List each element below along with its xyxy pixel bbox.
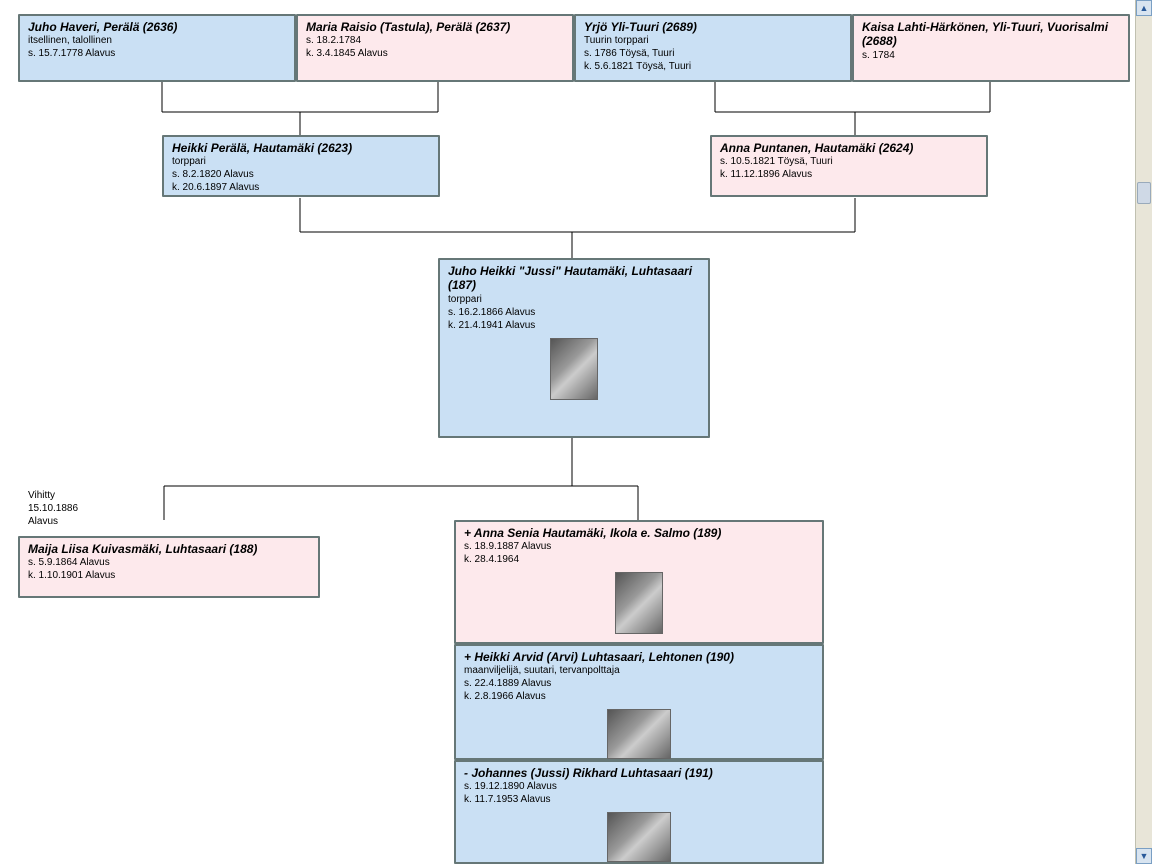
person-born: s. 19.12.1890 Alavus [464, 780, 814, 793]
person-died: k. 28.4.1964 [464, 553, 814, 566]
person-died: k. 1.10.1901 Alavus [28, 569, 310, 582]
person-name: Kaisa Lahti-Härkönen, Yli-Tuuri, Vuorisa… [862, 20, 1120, 49]
person-died: k. 21.4.1941 Alavus [448, 319, 700, 332]
scroll-up-icon[interactable]: ▲ [1136, 0, 1152, 16]
person-died: k. 3.4.1845 Alavus [306, 47, 564, 60]
person-johannes-luhtasaari[interactable]: - Johannes (Jussi) Rikhard Luhtasaari (1… [454, 760, 824, 864]
person-occ: maanviljelijä, suutari, tervanpolttaja [464, 664, 814, 677]
person-name: Maria Raisio (Tastula), Perälä (2637) [306, 20, 564, 34]
person-name: Maija Liisa Kuivasmäki, Luhtasaari (188) [28, 542, 310, 556]
person-occ: torppari [448, 293, 700, 306]
portrait-image [550, 338, 598, 400]
marriage-place: Alavus [28, 515, 78, 528]
person-heikki-perala[interactable]: Heikki Perälä, Hautamäki (2623) torppari… [162, 135, 440, 197]
person-died: k. 5.6.1821 Töysä, Tuuri [584, 60, 842, 73]
person-anna-puntanen[interactable]: Anna Puntanen, Hautamäki (2624) s. 10.5.… [710, 135, 988, 197]
person-juho-heikki-hautamaki[interactable]: Juho Heikki "Jussi" Hautamäki, Luhtasaar… [438, 258, 710, 438]
person-born: s. 18.9.1887 Alavus [464, 540, 814, 553]
portrait-image [607, 812, 671, 862]
person-kaisa-lahti[interactable]: Kaisa Lahti-Härkönen, Yli-Tuuri, Vuorisa… [852, 14, 1130, 82]
person-name: + Anna Senia Hautamäki, Ikola e. Salmo (… [464, 526, 814, 540]
person-died: k. 11.12.1896 Alavus [720, 168, 978, 181]
person-born: s. 16.2.1866 Alavus [448, 306, 700, 319]
portrait-image [615, 572, 663, 634]
person-born: s. 18.2.1784 [306, 34, 564, 47]
person-name: Juho Haveri, Perälä (2636) [28, 20, 286, 34]
person-name: Anna Puntanen, Hautamäki (2624) [720, 141, 978, 155]
person-born: s. 8.2.1820 Alavus [172, 168, 430, 181]
person-yrjo-yli-tuuri[interactable]: Yrjö Yli-Tuuri (2689) Tuurin torppari s.… [574, 14, 852, 82]
person-died: k. 2.8.1966 Alavus [464, 690, 814, 703]
person-name: + Heikki Arvid (Arvi) Luhtasaari, Lehton… [464, 650, 814, 664]
person-heikki-arvid-luhtasaari[interactable]: + Heikki Arvid (Arvi) Luhtasaari, Lehton… [454, 644, 824, 760]
person-maija-liisa-kuivasmaki[interactable]: Maija Liisa Kuivasmäki, Luhtasaari (188)… [18, 536, 320, 598]
person-name: Juho Heikki "Jussi" Hautamäki, Luhtasaar… [448, 264, 700, 293]
person-died: k. 11.7.1953 Alavus [464, 793, 814, 806]
person-born: s. 15.7.1778 Alavus [28, 47, 286, 60]
person-born: s. 10.5.1821 Töysä, Tuuri [720, 155, 978, 168]
marriage-note: Vihitty 15.10.1886 Alavus [28, 489, 78, 528]
portrait-image [607, 709, 671, 759]
scroll-down-icon[interactable]: ▼ [1136, 848, 1152, 864]
person-born: s. 22.4.1889 Alavus [464, 677, 814, 690]
marriage-label: Vihitty [28, 489, 78, 502]
person-born: s. 5.9.1864 Alavus [28, 556, 310, 569]
scroll-track[interactable] [1136, 16, 1152, 848]
marriage-date: 15.10.1886 [28, 502, 78, 515]
person-occ: itsellinen, talollinen [28, 34, 286, 47]
person-occ: torppari [172, 155, 430, 168]
person-maria-raisio[interactable]: Maria Raisio (Tastula), Perälä (2637) s.… [296, 14, 574, 82]
person-name: Yrjö Yli-Tuuri (2689) [584, 20, 842, 34]
person-name: - Johannes (Jussi) Rikhard Luhtasaari (1… [464, 766, 814, 780]
person-died: k. 20.6.1897 Alavus [172, 181, 430, 194]
person-name: Heikki Perälä, Hautamäki (2623) [172, 141, 430, 155]
vertical-scrollbar[interactable]: ▲ ▼ [1135, 0, 1152, 864]
person-born: s. 1786 Töysä, Tuuri [584, 47, 842, 60]
person-born: s. 1784 [862, 49, 1120, 62]
person-anna-senia-hautamaki[interactable]: + Anna Senia Hautamäki, Ikola e. Salmo (… [454, 520, 824, 644]
person-juho-haveri[interactable]: Juho Haveri, Perälä (2636) itsellinen, t… [18, 14, 296, 82]
scroll-thumb[interactable] [1137, 182, 1151, 204]
person-occ: Tuurin torppari [584, 34, 842, 47]
